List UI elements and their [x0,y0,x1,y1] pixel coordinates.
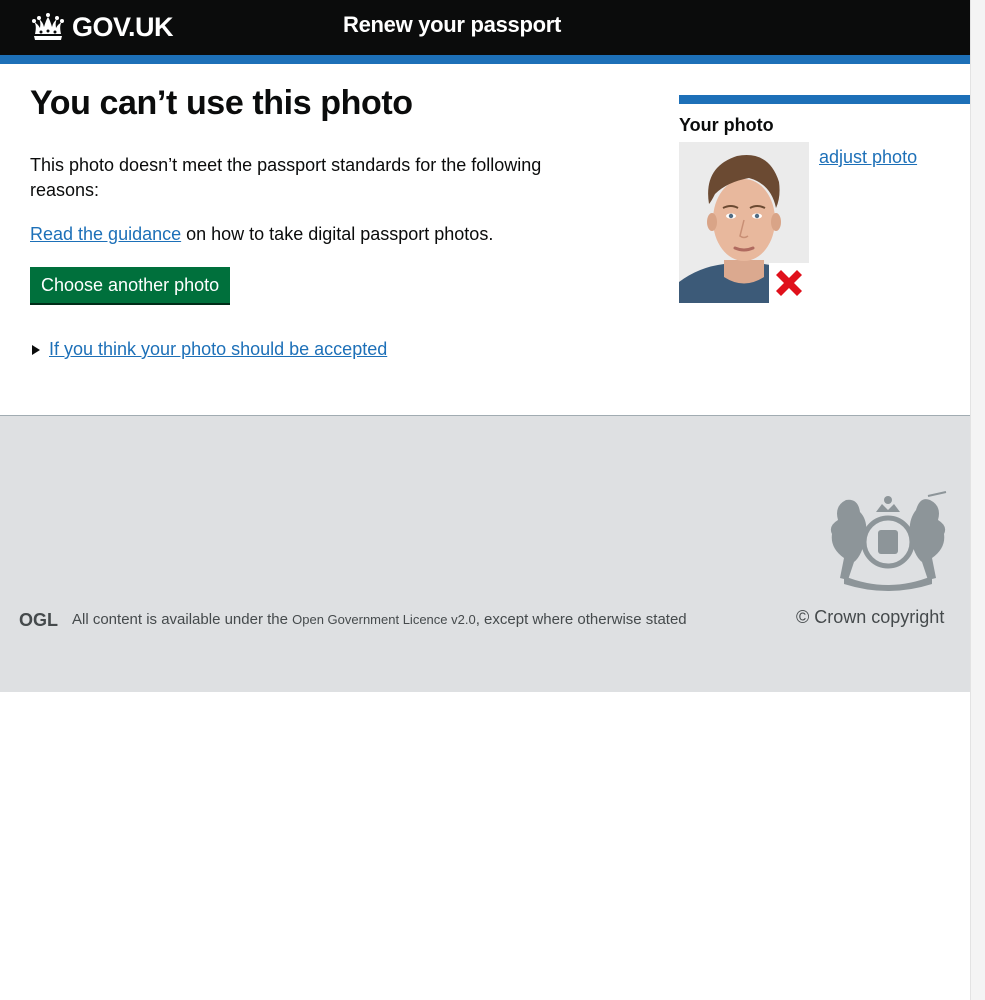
page-title: You can’t use this photo [30,84,413,122]
licence-suffix: , except where otherwise stated [475,611,687,628]
header-blue-bar [0,55,970,64]
crown-copyright-link[interactable]: © Crown copyright [796,607,944,628]
triangle-right-icon [32,344,40,355]
royal-coat-of-arms-icon [830,491,947,591]
crown-icon [32,13,64,40]
accept-details-summary[interactable]: If you think your photo should be accept… [49,339,387,360]
service-name-link[interactable]: Renew your passport [343,12,561,38]
guidance-suffix: on how to take digital passport photos. [181,224,494,244]
scrollbar-track[interactable] [970,0,985,1000]
site-header: GOV.UK Renew your passport [0,0,970,55]
govuk-logo-link[interactable]: GOV.UK [30,10,174,44]
licence-text: All content is available under the Open … [72,611,687,628]
licence-link[interactable]: Open Government Licence v2.0 [292,612,476,627]
logo-text: GOV.UK [72,11,174,42]
ogl-logo-text: OGL [19,610,58,629]
your-photo-panel: Your photo adjust photo [679,95,970,303]
your-photo-title: Your photo [679,115,774,135]
panel-blue-bar [679,95,970,104]
reject-cross-icon [769,263,809,303]
photo-container [679,142,809,303]
main-content: You can’t use this photo This photo does… [0,64,970,414]
site-footer: OGL All content is available under the O… [0,415,970,692]
reason-text: This photo doesn’t meet the passport sta… [30,155,542,200]
licence-prefix: All content is available under the [72,611,293,628]
choose-another-photo-button[interactable]: Choose another photo [30,267,231,303]
guidance-paragraph: Read the guidance on how to take digital… [30,222,493,247]
page: GOV.UK Renew your passport You can’t use… [0,0,970,692]
accept-details-toggle[interactable]: If you think your photo should be accept… [30,339,387,360]
adjust-photo-link[interactable]: adjust photo [819,147,917,168]
guidance-link[interactable]: Read the guidance [30,224,181,244]
ogl-logo: OGL [19,610,58,629]
